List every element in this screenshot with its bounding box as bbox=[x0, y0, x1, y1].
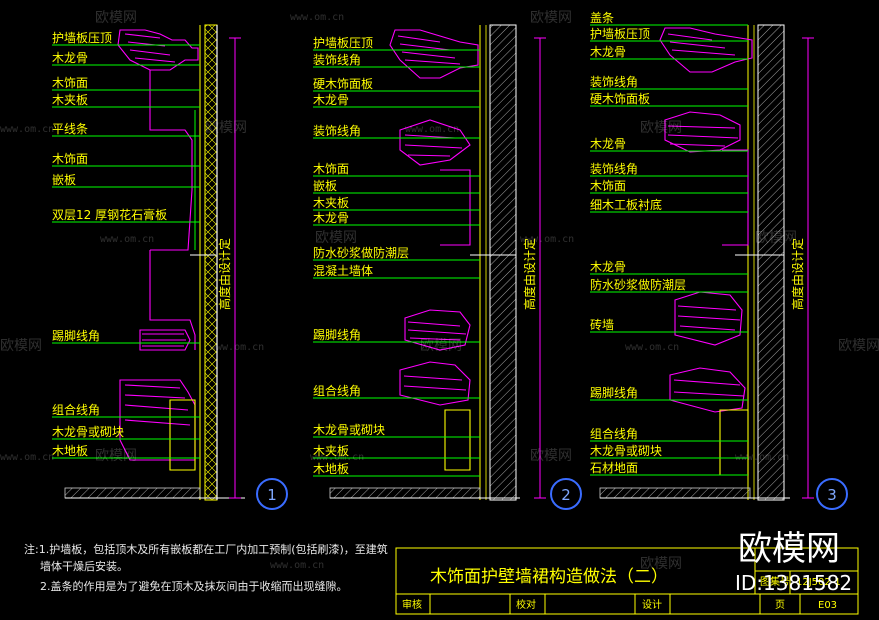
watermark-site: www.om.cn bbox=[270, 560, 324, 571]
section-2-wall bbox=[470, 24, 517, 501]
watermark-brand: 欧模网 bbox=[420, 338, 462, 354]
section-1-callout-label: 木龙骨 bbox=[52, 51, 88, 65]
watermark-site: www.om.cn bbox=[0, 124, 54, 135]
drawing-svg: 高度由设计定 高度由设计定 高度由设计定 1 2 3 护墙板压顶木龙骨木饰面木夹… bbox=[0, 10, 879, 615]
section-3-profile bbox=[659, 27, 753, 476]
section-3-callout-label: 防水砂浆做防潮层 bbox=[590, 277, 686, 292]
watermark-brand: 欧模网 bbox=[640, 120, 682, 136]
section-3-callout-label: 踢脚线角 bbox=[590, 385, 638, 400]
section-3-number: 3 bbox=[827, 486, 837, 504]
section-1-callout-label: 组合线角 bbox=[52, 402, 100, 417]
note-line-3: 2.盖条的作用是为了避免在顶木及抹灰间由于收缩而出现缝隙。 bbox=[40, 579, 348, 593]
section-3-callout-label: 石材地面 bbox=[590, 461, 638, 475]
section-3-callout-label: 木龙骨 bbox=[590, 45, 626, 59]
watermark-site: www.om.cn bbox=[210, 342, 264, 353]
section-1-callout-label: 木饰面 bbox=[52, 76, 88, 90]
section-3-callout-label: 装饰线角 bbox=[590, 75, 638, 89]
brand-id: ID:1381582 bbox=[735, 571, 852, 595]
section-2-callout-label: 防水砂浆做防潮层 bbox=[313, 245, 409, 260]
section-2-callout-label: 嵌板 bbox=[313, 179, 337, 193]
callout-labels: 护墙板压顶木龙骨木饰面木夹板平线条木饰面嵌板双层12 厚钢花石膏板踢脚线角组合线… bbox=[52, 11, 748, 477]
section-3-callout-label: 装饰线角 bbox=[590, 162, 638, 176]
section-1-height-label: 高度由设计定 bbox=[217, 238, 232, 310]
section-1-callout-label: 嵌板 bbox=[52, 173, 76, 187]
section-2-callout-label: 木饰面 bbox=[313, 162, 349, 176]
section-3-marker: 3 bbox=[816, 478, 848, 510]
section-1-number: 1 bbox=[267, 486, 277, 504]
watermark-brand: 欧模网 bbox=[755, 230, 797, 246]
section-2-marker: 2 bbox=[550, 478, 582, 510]
cad-drawing-canvas: 高度由设计定 高度由设计定 高度由设计定 1 2 3 护墙板压顶 木龙骨 木饰面 木夹… bbox=[0, 0, 879, 620]
section-2-callout-label: 木地板 bbox=[313, 462, 349, 476]
section-2-callout-label: 木龙骨 bbox=[313, 93, 349, 107]
review-label: 审核 bbox=[402, 598, 422, 611]
watermark-brand: 欧模网 bbox=[838, 338, 879, 354]
check-label: 校对 bbox=[516, 598, 536, 611]
section-2-callout-label: 木龙骨 bbox=[313, 211, 349, 225]
drawing-title: 木饰面护壁墙裙构造做法（二） bbox=[430, 567, 668, 587]
watermark-brand: 欧模网 bbox=[315, 230, 357, 246]
section-3-callout-label: 木龙骨 bbox=[590, 260, 626, 274]
section-2-callout-label: 装饰线角 bbox=[313, 124, 361, 138]
watermark-site: www.om.cn bbox=[310, 452, 364, 463]
section-1-callout-label: 木饰面 bbox=[52, 152, 88, 166]
section-1-callout-label: 护墙板压顶 bbox=[52, 31, 112, 45]
section-2-callout-label: 木龙骨或砌块 bbox=[313, 423, 385, 437]
watermark-site: www.om.cn bbox=[625, 342, 679, 353]
section-3-callout-label: 护墙板压顶 bbox=[590, 27, 650, 41]
section-1-floor bbox=[64, 487, 245, 499]
watermark-site: www.om.cn bbox=[100, 234, 154, 245]
section-2-callout-label: 木夹板 bbox=[313, 196, 349, 210]
brand-logo-text: 欧模网 bbox=[738, 529, 840, 569]
section-2-callout-label: 踢脚线角 bbox=[313, 327, 361, 342]
watermark-brand: 欧模网 bbox=[95, 448, 137, 464]
note-line-2: 墙体干燥后安装。 bbox=[40, 559, 128, 573]
section-3-callout-label: 细木工板衬底 bbox=[590, 197, 662, 212]
section-1-callout-label: 双层12 厚钢花石膏板 bbox=[52, 207, 167, 222]
section-1-callout-label: 木夹板 bbox=[52, 93, 88, 107]
section-3-callout-label: 组合线角 bbox=[590, 426, 638, 441]
watermark-brand: 欧模网 bbox=[95, 10, 137, 26]
page-number: E03 bbox=[818, 600, 837, 611]
section-1-callout-label: 木龙骨或砌块 bbox=[52, 425, 124, 439]
section-1-marker: 1 bbox=[256, 478, 288, 510]
section-3-callout-label: 砖墙 bbox=[590, 317, 614, 332]
section-1-wall bbox=[190, 24, 218, 501]
notes-block: 注:1.护墙板，包括顶木及所有嵌板都在工厂内加工预制(包括刷漆)，至建筑 墙体干… bbox=[24, 542, 388, 593]
section-2-callout-label: 装饰线角 bbox=[313, 53, 361, 67]
watermark-site: www.om.cn bbox=[735, 452, 789, 463]
section-3-callout-label: 硬木饰面板 bbox=[590, 92, 650, 106]
section-2-number: 2 bbox=[561, 486, 571, 504]
section-1-callout-label: 木地板 bbox=[52, 444, 88, 458]
section-3-callout-label: 木龙骨 bbox=[590, 137, 626, 151]
note-line-1: 注:1.护墙板，包括顶木及所有嵌板都在工厂内加工预制(包括刷漆)，至建筑 bbox=[24, 542, 388, 556]
section-1-callout-label: 踢脚线角 bbox=[52, 328, 100, 343]
watermark-brand: 欧模网 bbox=[0, 338, 42, 354]
section-2-callout-label: 护墙板压顶 bbox=[313, 36, 373, 50]
section-2-callout-label: 硬木饰面板 bbox=[313, 77, 373, 91]
section-2-callout-label: 组合线角 bbox=[313, 383, 361, 398]
watermark-brand: 欧模网 bbox=[530, 448, 572, 464]
watermark-brand: 欧模网 bbox=[640, 556, 682, 572]
watermark-site: www.om.cn bbox=[290, 12, 344, 23]
section-1-profile bbox=[117, 29, 199, 471]
page-label: 页 bbox=[775, 599, 785, 611]
watermark-site: www.om.cn bbox=[405, 124, 459, 135]
section-3-callout-label: 盖条 bbox=[590, 11, 614, 25]
design-label: 设计 bbox=[642, 598, 662, 611]
section-3-callout-label: 木龙骨或砌块 bbox=[590, 444, 662, 458]
section-2-callout-label: 混凝土墙体 bbox=[313, 263, 373, 278]
watermark-site: www.om.cn bbox=[0, 452, 54, 463]
watermark-brand: 欧模网 bbox=[205, 120, 247, 136]
section-2-height-label: 高度由设计定 bbox=[522, 238, 537, 310]
watermark-site: www.om.cn bbox=[520, 234, 574, 245]
section-3-height-label: 高度由设计定 bbox=[790, 238, 805, 310]
section-1-callout-label: 平线条 bbox=[52, 122, 88, 136]
section-3-callout-label: 木饰面 bbox=[590, 179, 626, 193]
section-3-wall bbox=[735, 24, 785, 501]
watermark-brand: 欧模网 bbox=[530, 10, 572, 26]
